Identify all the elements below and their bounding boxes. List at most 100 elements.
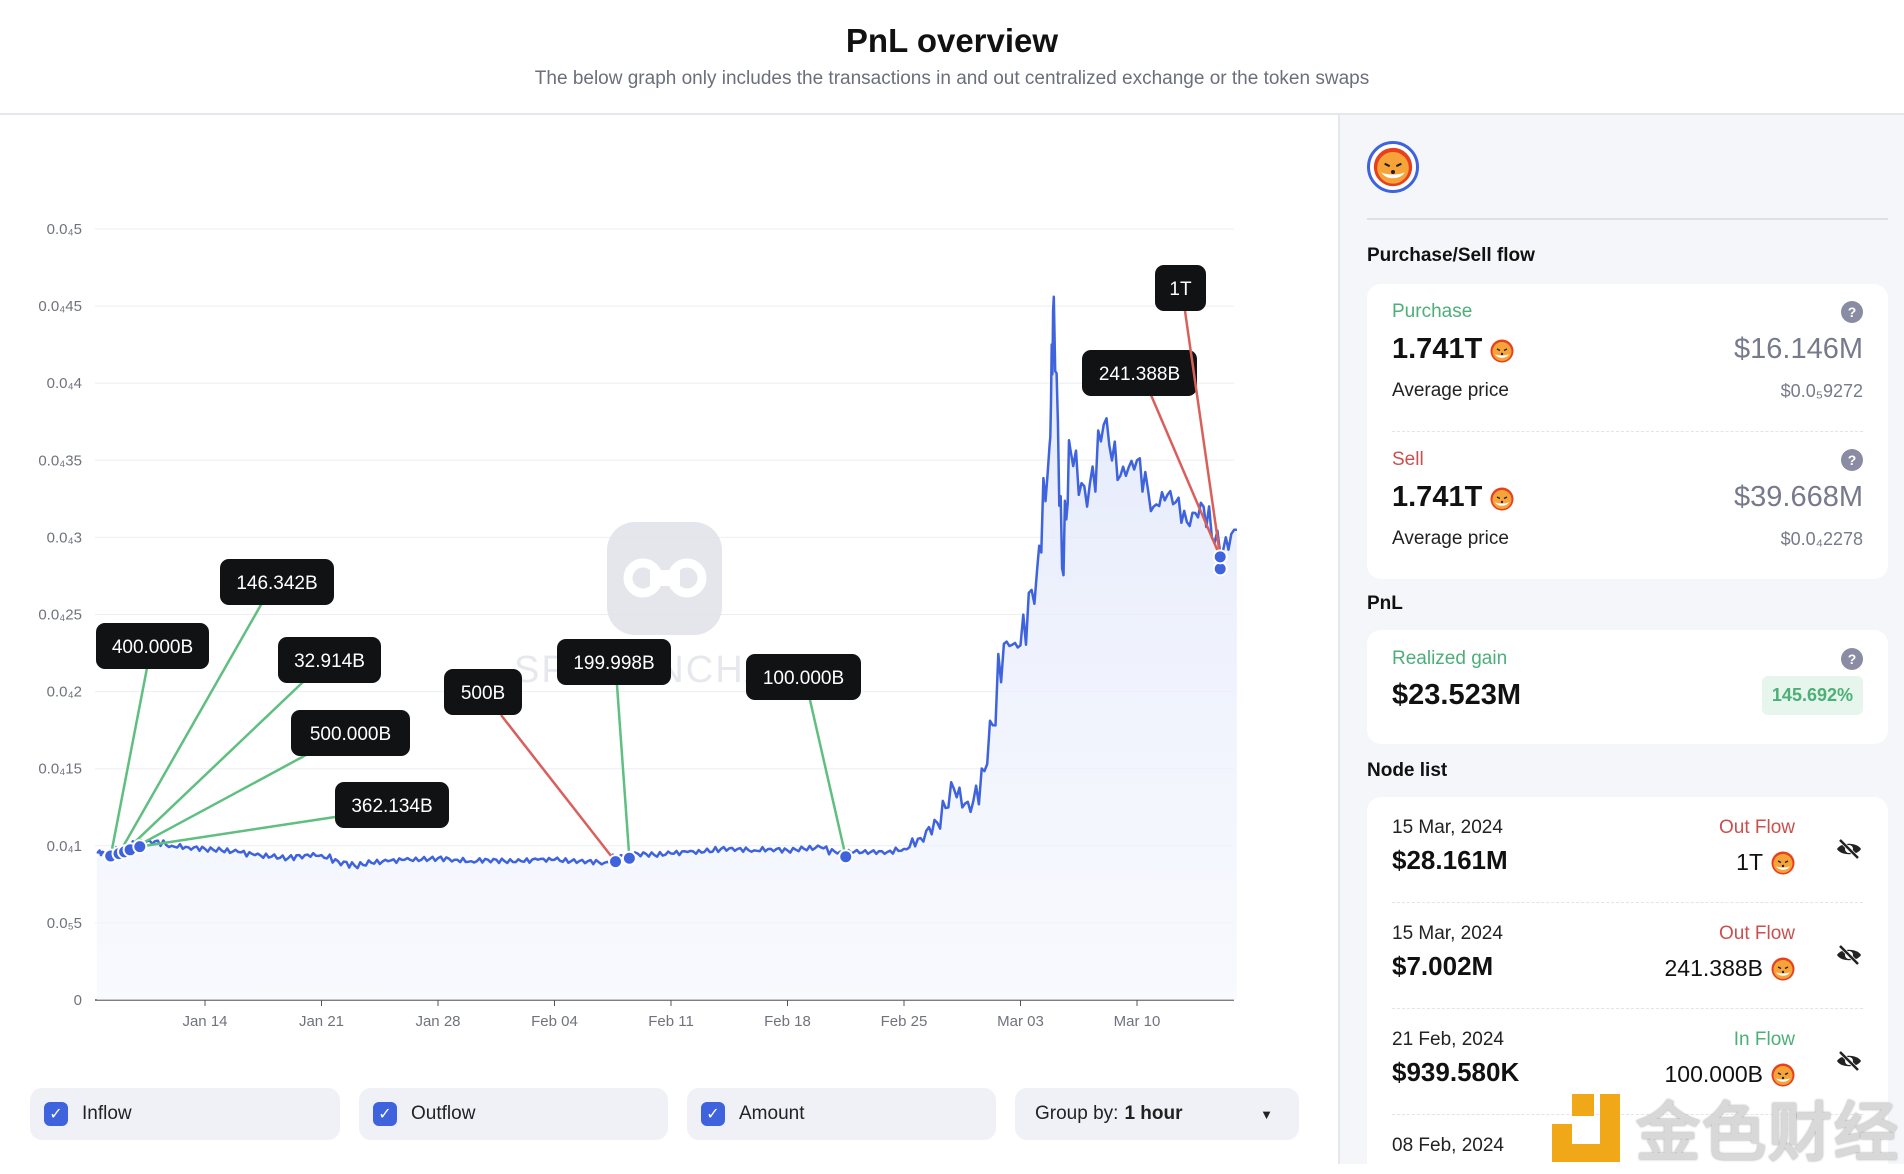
outflow-label: Outflow: [411, 1103, 476, 1124]
help-icon[interactable]: ?: [1841, 301, 1863, 323]
outflow-toggle[interactable]: ✓ Outflow: [359, 1088, 668, 1140]
annotation-point[interactable]: [838, 849, 854, 865]
sell-amount: 1.741T: [1392, 481, 1483, 513]
jinse-logo: [1552, 1094, 1620, 1162]
annotation-point[interactable]: [132, 839, 148, 855]
node-amount: 1T: [1736, 849, 1763, 875]
annotation-inflow[interactable]: 400.000B: [96, 623, 209, 669]
annotation-connector: [139, 815, 336, 848]
realized-gain-label: Realized gain: [1392, 648, 1508, 669]
x-tick-label: Jan 28: [415, 1013, 460, 1030]
shib-token-icon: [1771, 957, 1795, 981]
annotation-inflow[interactable]: 32.914B: [278, 637, 381, 683]
annotation-point[interactable]: [621, 850, 637, 866]
realized-gain-value: $23.523M: [1392, 679, 1521, 711]
node-flow-type: Out Flow: [1718, 817, 1795, 838]
inflow-toggle[interactable]: ✓ Inflow: [30, 1088, 340, 1140]
x-tick-label: Feb 25: [881, 1013, 928, 1030]
group-by-value: 1 hour: [1124, 1103, 1183, 1124]
sell-label: Sell: [1392, 449, 1424, 470]
y-tick-label: 0.0₄15: [38, 761, 82, 778]
annotation-point[interactable]: [1212, 549, 1228, 565]
x-tick-label: Mar 10: [1114, 1013, 1161, 1030]
annotation-outflow[interactable]: 500B: [444, 669, 522, 715]
annotation-point[interactable]: [608, 854, 624, 870]
help-icon[interactable]: ?: [1841, 449, 1863, 471]
amount-label: Amount: [739, 1103, 805, 1124]
group-by-select[interactable]: Group by: 1 hour ▼: [1015, 1088, 1299, 1140]
annotation-inflow[interactable]: 100.000B: [746, 654, 861, 700]
annotation-inflow[interactable]: 146.342B: [220, 559, 334, 605]
y-tick-label: 0: [74, 992, 82, 1009]
y-tick-label: 0.0₄3: [47, 529, 82, 546]
annotation-inflow[interactable]: 362.134B: [335, 782, 449, 828]
annotation-label: 100.000B: [763, 668, 844, 689]
y-tick-label: 0.0₄5: [47, 221, 82, 238]
y-tick-label: 0.0₄2: [47, 684, 82, 701]
pnl-section-title: PnL: [1367, 593, 1403, 614]
y-tick-label: 0.0₄4: [47, 375, 82, 392]
x-tick-label: Jan 14: [182, 1013, 227, 1030]
realized-gain-percent: 145.692%: [1761, 676, 1863, 715]
avg-price-label: Average price: [1392, 528, 1509, 549]
x-tick-label: Feb 11: [648, 1013, 694, 1030]
eye-off-icon[interactable]: [1835, 837, 1863, 861]
purchase-label: Purchase: [1392, 301, 1473, 322]
annotation-label: 199.998B: [573, 653, 654, 674]
annotation-label: 32.914B: [294, 651, 365, 672]
sell-block: Sell? 1.741T $39.668M Average price $0.0₄2…: [1392, 432, 1863, 550]
node-list-title: Node list: [1367, 760, 1448, 781]
annotation-label: 1T: [1169, 279, 1192, 300]
annotation-label: 241.388B: [1099, 364, 1180, 385]
inflow-label: Inflow: [82, 1103, 132, 1124]
checkbox-checked-icon[interactable]: ✓: [373, 1102, 397, 1126]
purchase-sell-card: Purchase? 1.741T $16.146M Average price $0…: [1367, 284, 1888, 579]
sell-avg-price: $0.0₄2278: [1780, 528, 1863, 549]
pnl-chart: 0.0₄5 0.0₄45 0.0₄4 0.0₄35 0.0₄3 0.0₄25 0.0₄2 0.…: [38, 221, 1237, 1030]
purchase-amount: 1.741T: [1392, 333, 1483, 365]
annotation-connector: [500, 714, 617, 863]
shib-token-icon: [1771, 851, 1795, 875]
annotation-outflow[interactable]: 241.388B: [1082, 350, 1197, 396]
node-flow-type: In Flow: [1733, 1029, 1795, 1050]
annotation-inflow[interactable]: 199.998B: [557, 639, 671, 685]
annotation-inflow[interactable]: 500.000B: [291, 710, 410, 756]
x-tick-label: Jan 21: [299, 1013, 344, 1030]
node-list-item[interactable]: 15 Mar, 2024 $28.161M Out Flow 1T: [1392, 797, 1863, 903]
token-logo: [1367, 141, 1419, 193]
annotation-label: 362.134B: [351, 796, 432, 817]
checkbox-checked-icon[interactable]: ✓: [44, 1102, 68, 1126]
node-list-item[interactable]: 15 Mar, 2024 $7.002M Out Flow 241.388B: [1392, 903, 1863, 1009]
avg-price-label: Average price: [1392, 380, 1509, 401]
annotation-outflow[interactable]: 1T: [1155, 265, 1206, 311]
amount-toggle[interactable]: ✓ Amount: [687, 1088, 996, 1140]
annotation-label: 146.342B: [236, 573, 317, 594]
eye-off-icon[interactable]: [1835, 1049, 1863, 1073]
purchase-avg-price: $0.0₅9272: [1780, 380, 1863, 401]
sell-usd: $39.668M: [1734, 481, 1863, 513]
y-tick-label: 0.0₅5: [47, 915, 82, 932]
y-tick-label: 0.0₄45: [38, 298, 82, 315]
divider: [1367, 218, 1888, 220]
annotation-connector: [808, 699, 847, 858]
corner-watermark: 金色财经: [1552, 1082, 1900, 1174]
x-tick-label: Mar 03: [997, 1013, 1044, 1030]
caret-down-icon: ▼: [1260, 1106, 1273, 1122]
chart-controls: ✓ Inflow ✓ Outflow ✓ Amount Group by: 1 …: [0, 1088, 1338, 1140]
annotation-label: 400.000B: [112, 637, 193, 658]
annotation-connector: [109, 667, 149, 857]
y-tick-label: 0.0₄25: [38, 607, 82, 624]
x-tick-label: Feb 18: [764, 1013, 811, 1030]
checkbox-checked-icon[interactable]: ✓: [701, 1102, 725, 1126]
shib-token-icon: [1490, 486, 1514, 510]
shib-token-icon: [1490, 338, 1514, 362]
pnl-card: Realized gain? $23.523M 145.692%: [1367, 630, 1888, 744]
purchase-block: Purchase? 1.741T $16.146M Average price $0…: [1392, 284, 1863, 431]
chart-area: 0.0₄5 0.0₄45 0.0₄4 0.0₄35 0.0₄3 0.0₄25 0.0₄2 0.…: [0, 115, 1338, 1164]
eye-off-icon[interactable]: [1835, 943, 1863, 967]
help-icon[interactable]: ?: [1841, 648, 1863, 670]
purchase-usd: $16.146M: [1734, 333, 1863, 365]
summary-panel: Purchase/Sell flow Purchase? 1.741T $16.1…: [1338, 115, 1904, 1164]
flow-section-title: Purchase/Sell flow: [1367, 245, 1535, 266]
group-by-label: Group by:: [1035, 1103, 1119, 1124]
